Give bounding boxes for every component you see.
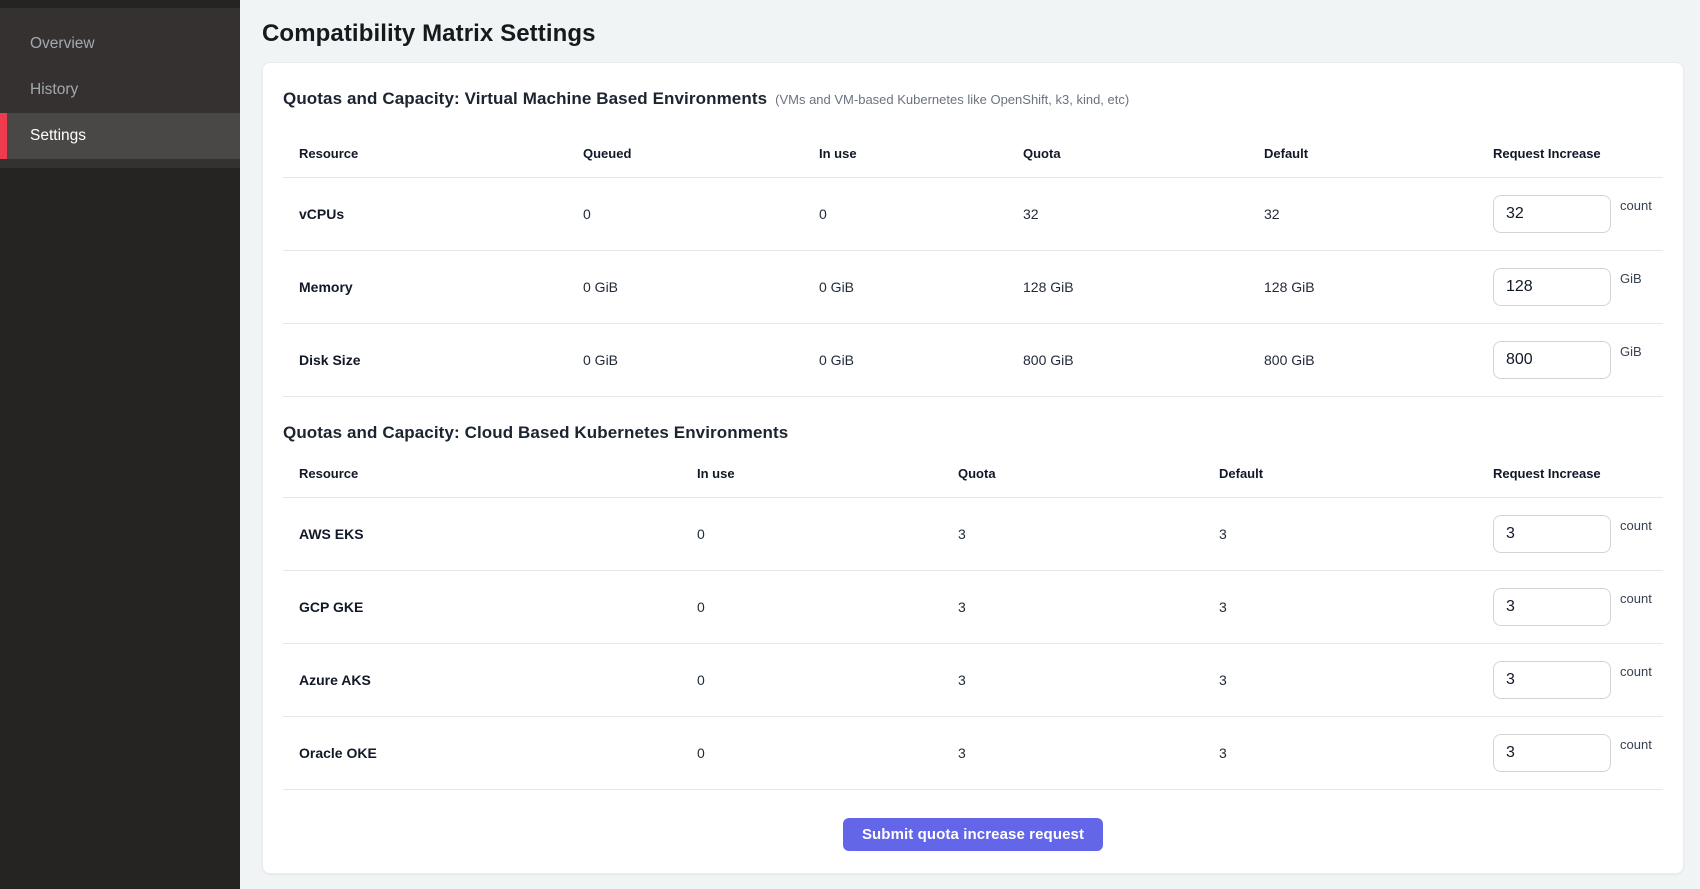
resource-name: Azure AKS bbox=[283, 672, 681, 688]
resource-name: vCPUs bbox=[283, 206, 567, 222]
vm-col-quota: Quota bbox=[1007, 146, 1248, 161]
k8s-section-header: Quotas and Capacity: Cloud Based Kuberne… bbox=[283, 421, 1663, 445]
unit-label: count bbox=[1620, 664, 1652, 679]
in-use-value: 0 bbox=[681, 599, 942, 615]
in-use-value: 0 bbox=[681, 745, 942, 761]
in-use-value: 0 bbox=[681, 672, 942, 688]
main-content: Compatibility Matrix Settings Quotas and… bbox=[240, 0, 1700, 889]
vm-col-default: Default bbox=[1248, 146, 1477, 161]
sidebar-item-label: Settings bbox=[30, 127, 86, 145]
in-use-value: 0 GiB bbox=[803, 352, 1007, 368]
vm-table-header-row: Resource Queued In use Quota Default Req… bbox=[283, 129, 1663, 177]
queued-value: 0 GiB bbox=[567, 279, 803, 295]
vm-col-queued: Queued bbox=[567, 146, 803, 161]
queued-value: 0 bbox=[567, 206, 803, 222]
sidebar-item-history[interactable]: History bbox=[0, 67, 240, 113]
request-increase-input[interactable] bbox=[1493, 195, 1611, 233]
k8s-table-row: Oracle OKE 0 3 3 count bbox=[283, 716, 1663, 789]
app-window: Overview History Settings Compatibility … bbox=[0, 0, 1700, 889]
default-value: 3 bbox=[1203, 745, 1477, 761]
resource-name: GCP GKE bbox=[283, 599, 681, 615]
k8s-table-row: Azure AKS 0 3 3 count bbox=[283, 643, 1663, 716]
default-value: 3 bbox=[1203, 526, 1477, 542]
unit-label: count bbox=[1620, 737, 1652, 752]
k8s-section-title: Quotas and Capacity: Cloud Based Kuberne… bbox=[283, 421, 788, 445]
sidebar-nav: Overview History Settings bbox=[0, 8, 240, 168]
in-use-value: 0 GiB bbox=[803, 279, 1007, 295]
card-footer: Submit quota increase request bbox=[283, 790, 1663, 851]
sidebar-item-overview[interactable]: Overview bbox=[0, 21, 240, 67]
quota-settings-card: Quotas and Capacity: Virtual Machine Bas… bbox=[262, 62, 1684, 874]
unit-label: count bbox=[1620, 591, 1652, 606]
in-use-value: 0 bbox=[803, 206, 1007, 222]
k8s-table-row: AWS EKS 0 3 3 count bbox=[283, 497, 1663, 570]
quota-value: 3 bbox=[942, 745, 1203, 761]
vm-quota-table: Resource Queued In use Quota Default Req… bbox=[283, 129, 1663, 397]
vm-section-subtitle: (VMs and VM-based Kubernetes like OpenSh… bbox=[775, 92, 1129, 107]
default-value: 128 GiB bbox=[1248, 279, 1477, 295]
in-use-value: 0 bbox=[681, 526, 942, 542]
quota-value: 3 bbox=[942, 526, 1203, 542]
vm-table-body: vCPUs 0 0 32 32 count Memory 0 GiB 0 GiB… bbox=[283, 177, 1663, 396]
unit-label: count bbox=[1620, 518, 1652, 533]
submit-quota-increase-button[interactable]: Submit quota increase request bbox=[843, 818, 1103, 851]
k8s-quota-table: Resource In use Quota Default Request In… bbox=[283, 449, 1663, 790]
unit-label: GiB bbox=[1620, 271, 1642, 286]
unit-label: GiB bbox=[1620, 344, 1642, 359]
quota-value: 3 bbox=[942, 599, 1203, 615]
resource-name: Oracle OKE bbox=[283, 745, 681, 761]
quota-value: 128 GiB bbox=[1007, 279, 1248, 295]
k8s-table-row: GCP GKE 0 3 3 count bbox=[283, 570, 1663, 643]
vm-col-request-increase: Request Increase bbox=[1477, 146, 1663, 161]
resource-name: Memory bbox=[283, 279, 567, 295]
default-value: 32 bbox=[1248, 206, 1477, 222]
k8s-table-body: AWS EKS 0 3 3 count GCP GKE 0 3 3 count … bbox=[283, 497, 1663, 789]
k8s-col-request-increase: Request Increase bbox=[1477, 466, 1663, 481]
vm-col-in-use: In use bbox=[803, 146, 1007, 161]
quota-value: 800 GiB bbox=[1007, 352, 1248, 368]
unit-label: count bbox=[1620, 198, 1652, 213]
request-increase-input[interactable] bbox=[1493, 734, 1611, 772]
k8s-col-default: Default bbox=[1203, 466, 1477, 481]
quota-value: 32 bbox=[1007, 206, 1248, 222]
vm-table-row: Disk Size 0 GiB 0 GiB 800 GiB 800 GiB Gi… bbox=[283, 323, 1663, 396]
default-value: 3 bbox=[1203, 672, 1477, 688]
default-value: 3 bbox=[1203, 599, 1477, 615]
k8s-col-resource: Resource bbox=[283, 466, 681, 481]
quota-value: 3 bbox=[942, 672, 1203, 688]
vm-table-row: Memory 0 GiB 0 GiB 128 GiB 128 GiB GiB bbox=[283, 250, 1663, 323]
request-increase-input[interactable] bbox=[1493, 341, 1611, 379]
k8s-col-quota: Quota bbox=[942, 466, 1203, 481]
active-item-accent-bar bbox=[0, 113, 7, 159]
resource-name: AWS EKS bbox=[283, 526, 681, 542]
sidebar: Overview History Settings bbox=[0, 0, 240, 889]
queued-value: 0 GiB bbox=[567, 352, 803, 368]
vm-section-title: Quotas and Capacity: Virtual Machine Bas… bbox=[283, 87, 767, 111]
k8s-table-header-row: Resource In use Quota Default Request In… bbox=[283, 449, 1663, 497]
resource-name: Disk Size bbox=[283, 352, 567, 368]
request-increase-input[interactable] bbox=[1493, 515, 1611, 553]
default-value: 800 GiB bbox=[1248, 352, 1477, 368]
request-increase-input[interactable] bbox=[1493, 588, 1611, 626]
sidebar-item-settings[interactable]: Settings bbox=[0, 113, 240, 159]
page-title: Compatibility Matrix Settings bbox=[262, 19, 1684, 49]
vm-table-row: vCPUs 0 0 32 32 count bbox=[283, 177, 1663, 250]
k8s-col-in-use: In use bbox=[681, 466, 942, 481]
request-increase-input[interactable] bbox=[1493, 661, 1611, 699]
vm-col-resource: Resource bbox=[283, 146, 567, 161]
vm-section-header: Quotas and Capacity: Virtual Machine Bas… bbox=[283, 87, 1663, 111]
request-increase-input[interactable] bbox=[1493, 268, 1611, 306]
